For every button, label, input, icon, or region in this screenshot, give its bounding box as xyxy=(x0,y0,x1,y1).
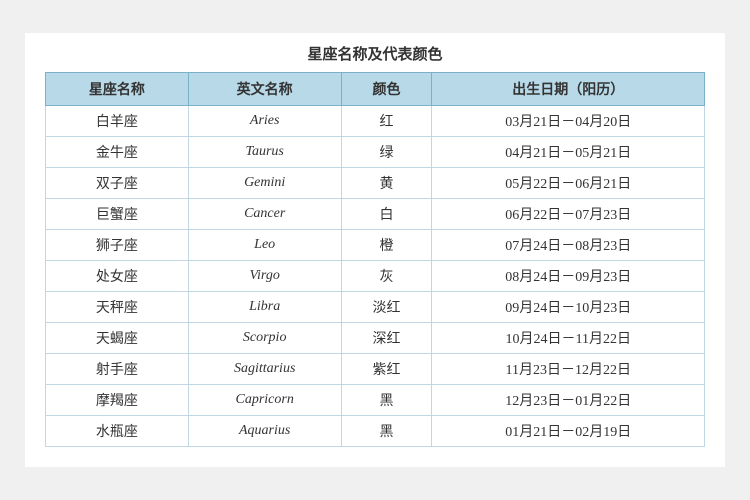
cell-english-name: Aquarius xyxy=(188,416,341,447)
cell-chinese-name: 水瓶座 xyxy=(46,416,189,447)
cell-color: 白 xyxy=(341,199,432,230)
table-row: 巨蟹座Cancer白06月22日－07月23日 xyxy=(46,199,705,230)
cell-english-name: Cancer xyxy=(188,199,341,230)
cell-color: 黑 xyxy=(341,385,432,416)
cell-color: 灰 xyxy=(341,261,432,292)
cell-color: 黑 xyxy=(341,416,432,447)
table-row: 天蝎座Scorpio深红10月24日－11月22日 xyxy=(46,323,705,354)
table-row: 狮子座Leo橙07月24日－08月23日 xyxy=(46,230,705,261)
table-row: 白羊座Aries红03月21日－04月20日 xyxy=(46,106,705,137)
table-row: 水瓶座Aquarius黑01月21日－02月19日 xyxy=(46,416,705,447)
table-row: 射手座Sagittarius紫红11月23日－12月22日 xyxy=(46,354,705,385)
cell-chinese-name: 金牛座 xyxy=(46,137,189,168)
cell-color: 深红 xyxy=(341,323,432,354)
cell-date: 01月21日－02月19日 xyxy=(432,416,705,447)
cell-date: 04月21日－05月21日 xyxy=(432,137,705,168)
main-container: 星座名称及代表颜色 星座名称 英文名称 颜色 出生日期（阳历） 白羊座Aries… xyxy=(25,33,725,467)
cell-english-name: Capricorn xyxy=(188,385,341,416)
table-row: 双子座Gemini黄05月22日－06月21日 xyxy=(46,168,705,199)
cell-date: 09月24日－10月23日 xyxy=(432,292,705,323)
cell-chinese-name: 天蝎座 xyxy=(46,323,189,354)
zodiac-table: 星座名称 英文名称 颜色 出生日期（阳历） 白羊座Aries红03月21日－04… xyxy=(45,72,705,447)
col-header-chinese: 星座名称 xyxy=(46,73,189,106)
cell-date: 10月24日－11月22日 xyxy=(432,323,705,354)
cell-date: 07月24日－08月23日 xyxy=(432,230,705,261)
cell-chinese-name: 白羊座 xyxy=(46,106,189,137)
cell-english-name: Sagittarius xyxy=(188,354,341,385)
col-header-english: 英文名称 xyxy=(188,73,341,106)
table-row: 天秤座Libra淡红09月24日－10月23日 xyxy=(46,292,705,323)
table-header-row: 星座名称 英文名称 颜色 出生日期（阳历） xyxy=(46,73,705,106)
cell-date: 05月22日－06月21日 xyxy=(432,168,705,199)
cell-english-name: Scorpio xyxy=(188,323,341,354)
cell-english-name: Gemini xyxy=(188,168,341,199)
cell-chinese-name: 射手座 xyxy=(46,354,189,385)
cell-english-name: Libra xyxy=(188,292,341,323)
cell-color: 橙 xyxy=(341,230,432,261)
cell-english-name: Virgo xyxy=(188,261,341,292)
cell-chinese-name: 狮子座 xyxy=(46,230,189,261)
table-row: 金牛座Taurus绿04月21日－05月21日 xyxy=(46,137,705,168)
cell-date: 08月24日－09月23日 xyxy=(432,261,705,292)
page-title: 星座名称及代表颜色 xyxy=(45,43,705,64)
cell-english-name: Taurus xyxy=(188,137,341,168)
table-row: 处女座Virgo灰08月24日－09月23日 xyxy=(46,261,705,292)
cell-color: 绿 xyxy=(341,137,432,168)
cell-chinese-name: 巨蟹座 xyxy=(46,199,189,230)
cell-chinese-name: 双子座 xyxy=(46,168,189,199)
cell-color: 紫红 xyxy=(341,354,432,385)
cell-english-name: Aries xyxy=(188,106,341,137)
cell-date: 11月23日－12月22日 xyxy=(432,354,705,385)
col-header-color: 颜色 xyxy=(341,73,432,106)
cell-english-name: Leo xyxy=(188,230,341,261)
col-header-date: 出生日期（阳历） xyxy=(432,73,705,106)
cell-chinese-name: 摩羯座 xyxy=(46,385,189,416)
table-row: 摩羯座Capricorn黑12月23日－01月22日 xyxy=(46,385,705,416)
cell-date: 12月23日－01月22日 xyxy=(432,385,705,416)
cell-date: 03月21日－04月20日 xyxy=(432,106,705,137)
cell-chinese-name: 处女座 xyxy=(46,261,189,292)
cell-chinese-name: 天秤座 xyxy=(46,292,189,323)
cell-color: 红 xyxy=(341,106,432,137)
cell-color: 黄 xyxy=(341,168,432,199)
cell-color: 淡红 xyxy=(341,292,432,323)
cell-date: 06月22日－07月23日 xyxy=(432,199,705,230)
